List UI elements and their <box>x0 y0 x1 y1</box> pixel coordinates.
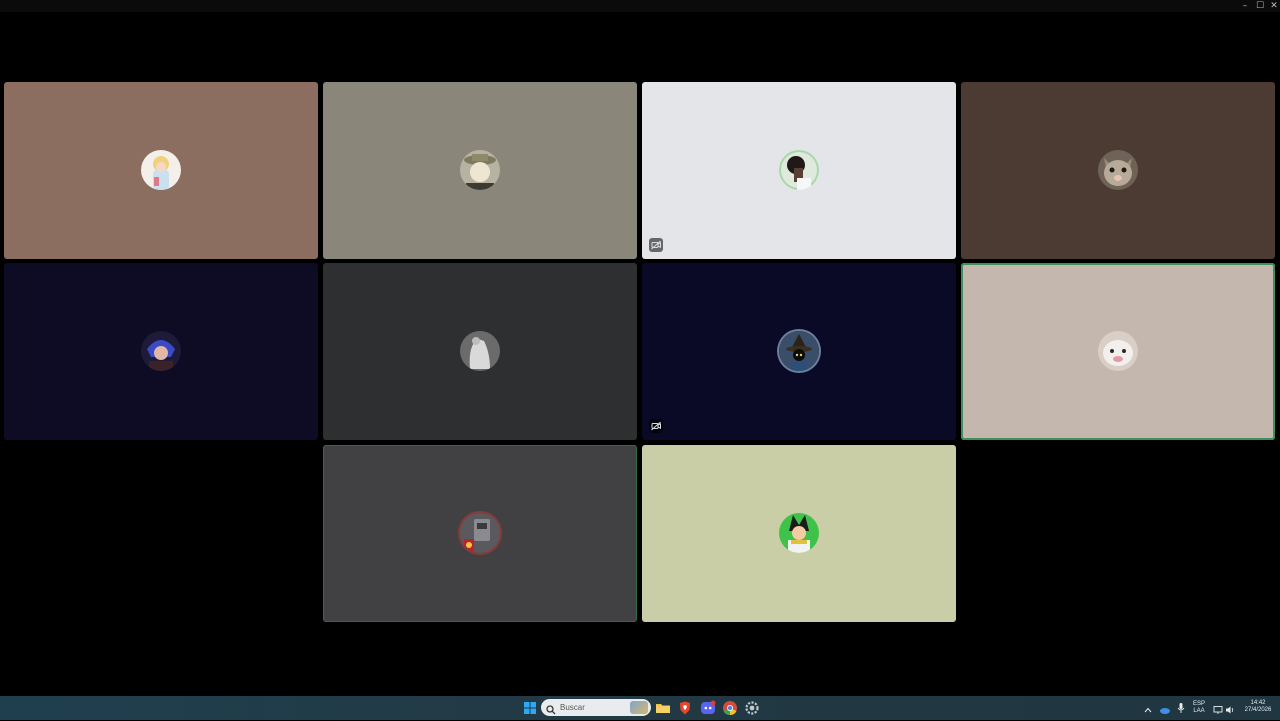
taskbar: Buscar ESP LAA 14:42 27/4/2026 <box>0 696 1280 720</box>
search-input[interactable]: Buscar <box>541 699 651 716</box>
participant-tile-3[interactable] <box>642 82 956 259</box>
participant-tile-7[interactable] <box>642 263 956 440</box>
language-indicator[interactable]: ESP LAA <box>1190 701 1208 715</box>
avatar-blue-hair-character <box>141 331 181 371</box>
avatar-cat <box>1098 150 1138 190</box>
start-icon[interactable] <box>522 700 538 716</box>
minimize-button[interactable]: – <box>1238 0 1252 12</box>
close-button[interactable]: ✕ <box>1267 0 1280 12</box>
search-placeholder: Buscar <box>560 703 585 712</box>
avatar-dark-hair-person <box>779 150 819 190</box>
microphone-icon[interactable] <box>1176 701 1186 713</box>
window-titlebar: – ☐ ✕ <box>0 0 1280 12</box>
participant-tile-10[interactable] <box>642 445 956 622</box>
clock[interactable]: 14:42 27/4/2026 <box>1240 700 1276 714</box>
participant-tile-4[interactable] <box>961 82 1275 259</box>
keyboard-layout: LAA <box>1193 708 1205 714</box>
participant-tile-8[interactable] <box>961 263 1275 440</box>
language-code: ESP <box>1192 701 1205 707</box>
participant-tile-2[interactable] <box>323 82 637 259</box>
maximize-button[interactable]: ☐ <box>1253 0 1267 12</box>
avatar-vegeta <box>779 513 819 553</box>
search-highlight-icon <box>630 701 648 714</box>
settings-icon[interactable] <box>744 700 760 716</box>
clock-date: 27/4/2026 <box>1244 707 1272 713</box>
camera-off-icon <box>649 419 663 433</box>
avatar-man-hat <box>460 150 500 190</box>
clock-time: 14:42 <box>1250 700 1266 706</box>
network-icon[interactable] <box>1213 702 1223 714</box>
avatar-white-cat <box>1098 331 1138 371</box>
onedrive-icon[interactable] <box>1159 702 1171 714</box>
volume-icon[interactable] <box>1225 702 1236 714</box>
chrome-icon[interactable] <box>722 700 738 716</box>
camera-off-icon <box>649 238 663 252</box>
avatar-robot-collage <box>460 513 500 553</box>
brave-icon[interactable] <box>677 700 693 716</box>
participant-tile-6[interactable] <box>323 263 637 440</box>
chevron-up-icon[interactable] <box>1143 702 1153 713</box>
file-explorer-icon[interactable] <box>655 700 671 716</box>
participant-tile-9[interactable] <box>323 445 637 622</box>
avatar-grey-figure <box>460 331 500 371</box>
avatar-blonde-character <box>141 150 181 190</box>
participant-tile-5[interactable] <box>4 263 318 440</box>
discord-icon[interactable] <box>700 700 716 716</box>
search-icon <box>546 702 556 715</box>
participant-tile-1[interactable] <box>4 82 318 259</box>
avatar-black-mage <box>779 331 819 371</box>
